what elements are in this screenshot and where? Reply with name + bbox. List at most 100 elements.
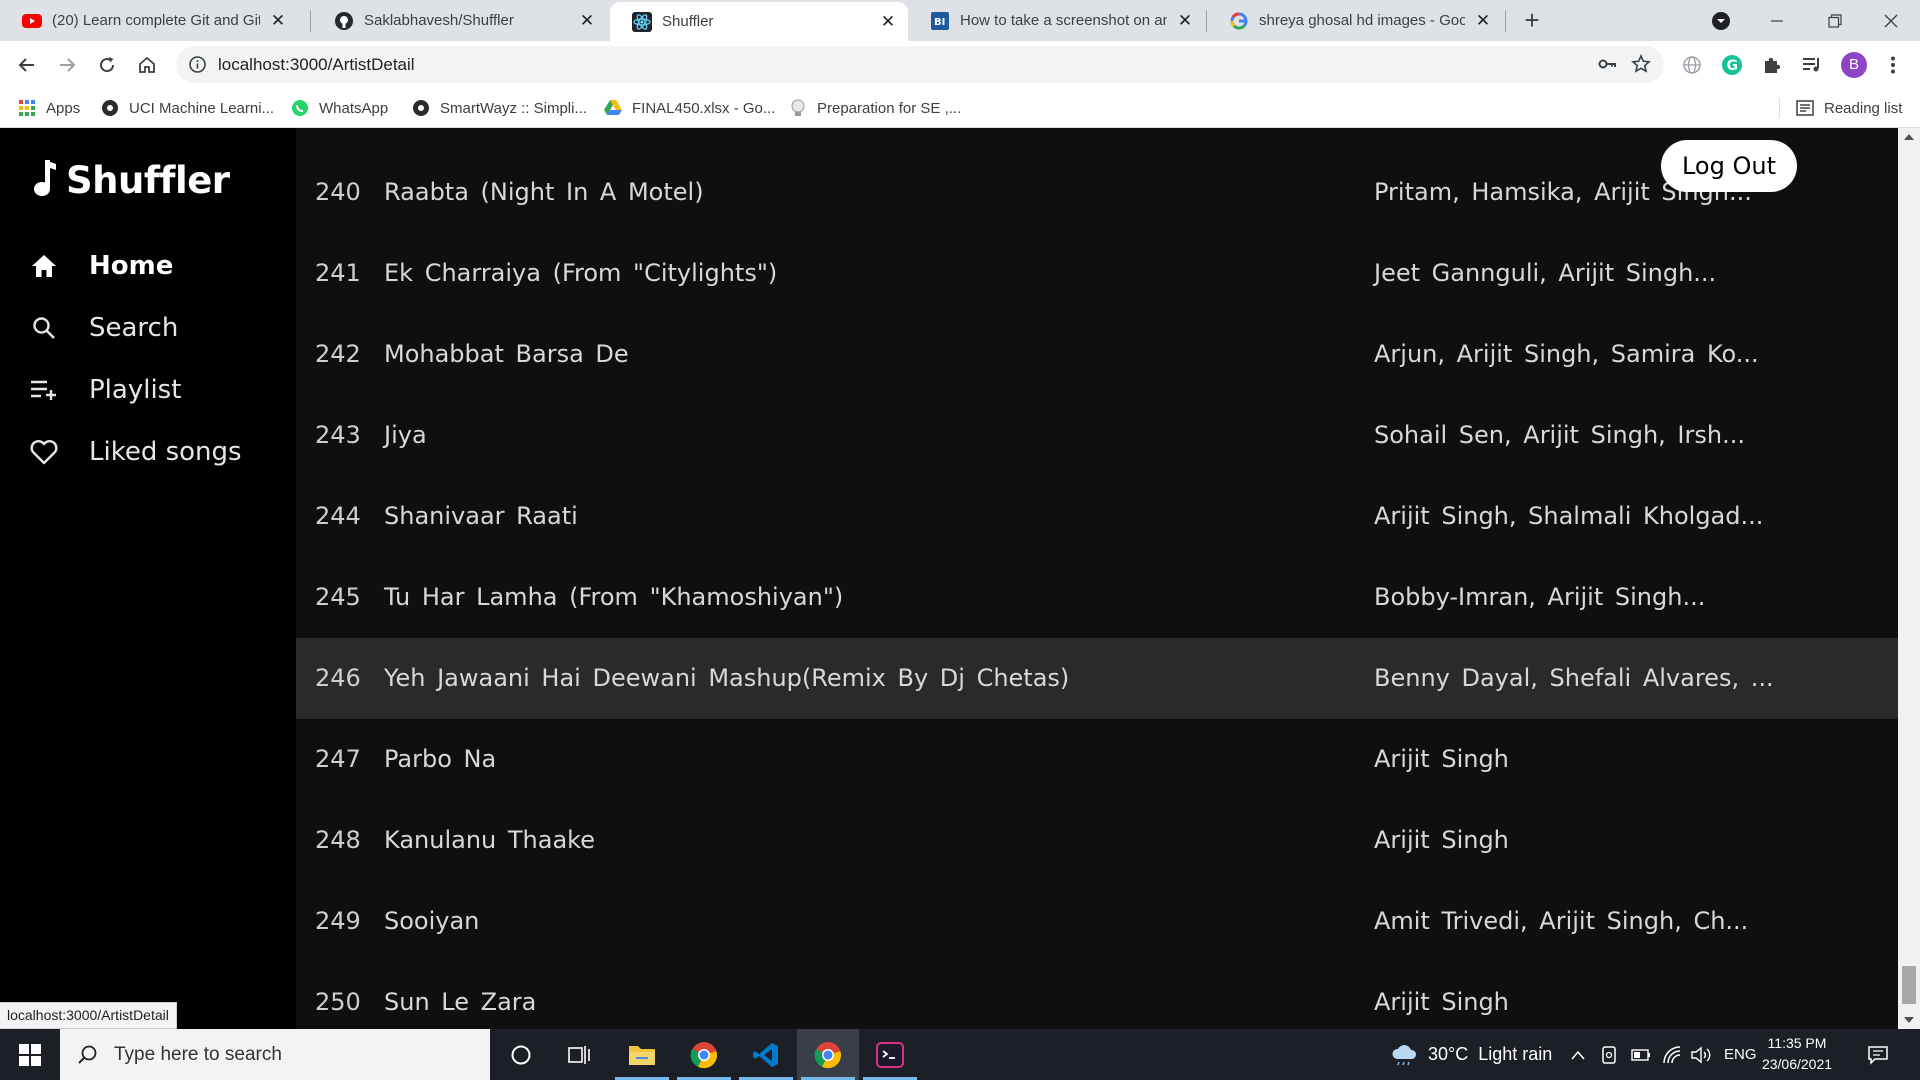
logout-button[interactable]: Log Out xyxy=(1661,140,1797,192)
site-info-icon[interactable] xyxy=(188,55,207,74)
song-title: Sun Le Zara xyxy=(384,988,537,1016)
nav-home[interactable]: Home xyxy=(30,246,173,286)
browser-tab[interactable]: shreya ghosal hd images - Google ✕ xyxy=(1207,0,1503,41)
profile-avatar[interactable]: B xyxy=(1840,51,1868,79)
close-tab-icon[interactable]: ✕ xyxy=(579,12,595,29)
browser-tab[interactable]: (20) Learn complete Git and Github ✕ xyxy=(0,0,298,41)
nav-search[interactable]: Search xyxy=(30,308,178,348)
song-row[interactable]: 247 Parbo Na Arijit Singh xyxy=(296,719,1898,800)
reading-list-icon xyxy=(1796,99,1814,117)
song-title: Jiya xyxy=(384,421,427,449)
taskbar-file-explorer[interactable] xyxy=(611,1029,673,1080)
forward-button[interactable] xyxy=(52,50,82,80)
bookmark-label: FINAL450.xlsx - Go... xyxy=(632,99,776,117)
chrome-menu-icon[interactable] xyxy=(1881,53,1905,77)
close-window-button[interactable] xyxy=(1862,0,1920,41)
taskbar-search-placeholder: Type here to search xyxy=(114,1043,282,1065)
language-indicator[interactable]: ENG xyxy=(1724,1029,1757,1080)
github-icon xyxy=(334,11,354,31)
cortana-button[interactable] xyxy=(490,1029,552,1080)
address-bar[interactable]: localhost:3000/ArtistDetail xyxy=(176,46,1664,83)
song-title: Raabta (Night In A Motel) xyxy=(384,178,704,206)
extensions-puzzle-icon[interactable] xyxy=(1760,53,1784,77)
song-row[interactable]: 241 Ek Charraiya (From "Citylights") Jee… xyxy=(296,233,1898,314)
song-row[interactable]: 240 Raabta (Night In A Motel) Pritam, Ha… xyxy=(296,152,1898,233)
scroll-down-arrow-icon[interactable] xyxy=(1898,1011,1920,1029)
page-scrollbar[interactable] xyxy=(1898,128,1920,1029)
bookmark-whatsapp[interactable]: WhatsApp xyxy=(291,88,388,128)
task-view-button[interactable] xyxy=(549,1029,611,1080)
close-tab-icon[interactable]: ✕ xyxy=(1177,12,1193,29)
reading-list-button[interactable]: Reading list xyxy=(1796,88,1902,128)
brand-logo[interactable]: Shuffler xyxy=(30,158,230,203)
close-tab-icon[interactable]: ✕ xyxy=(1475,12,1491,29)
weather-widget[interactable]: 30°C Light rain xyxy=(1390,1029,1552,1080)
song-row[interactable]: 245 Tu Har Lamha (From "Khamoshiyan") Bo… xyxy=(296,557,1898,638)
song-row[interactable]: 249 Sooiyan Amit Trivedi, Arijit Singh, … xyxy=(296,881,1898,962)
close-tab-icon[interactable]: ✕ xyxy=(880,13,896,30)
close-tab-icon[interactable]: ✕ xyxy=(270,12,286,29)
reload-icon xyxy=(100,57,115,73)
tab-title: Shuffler xyxy=(662,13,714,30)
song-row[interactable]: 244 Shanivaar Raati Arijit Singh, Shalma… xyxy=(296,476,1898,557)
media-queue-icon[interactable] xyxy=(1800,53,1824,77)
song-artists: Arijit Singh xyxy=(1374,826,1509,854)
tab-search-button[interactable] xyxy=(1692,0,1750,41)
minimize-button[interactable] xyxy=(1748,0,1806,41)
song-row[interactable]: 250 Sun Le Zara Arijit Singh xyxy=(296,962,1898,1029)
bookmark-apps[interactable]: Apps xyxy=(18,88,80,128)
tray-battery[interactable] xyxy=(1631,1029,1651,1080)
action-center-button[interactable] xyxy=(1864,1029,1892,1080)
song-artists: Bobby-Imran, Arijit Singh... xyxy=(1374,583,1706,611)
start-button[interactable] xyxy=(0,1029,60,1080)
tray-meet-now[interactable] xyxy=(1601,1029,1617,1080)
bookmark-smartwayz[interactable]: SmartWayz :: Simpli... xyxy=(412,88,587,128)
song-row-highlighted[interactable]: 246 Yeh Jawaani Hai Deewani Mashup(Remix… xyxy=(296,638,1898,719)
song-number: 241 xyxy=(315,259,361,287)
song-title: Shanivaar Raati xyxy=(384,502,578,530)
scroll-up-arrow-icon[interactable] xyxy=(1898,128,1920,146)
browser-tab[interactable]: BI How to take a screenshot on any ✕ xyxy=(908,0,1205,41)
tray-volume[interactable] xyxy=(1690,1029,1712,1080)
nav-playlist[interactable]: Playlist xyxy=(30,370,181,410)
taskbar-chrome[interactable] xyxy=(673,1029,735,1080)
tab-title: shreya ghosal hd images - Google xyxy=(1259,12,1465,29)
whatsapp-icon xyxy=(291,99,309,117)
globe-extension-icon[interactable] xyxy=(1680,53,1704,77)
scrollbar-thumb[interactable] xyxy=(1902,966,1916,1004)
bookmark-preparation[interactable]: Preparation for SE ,... xyxy=(789,88,961,128)
google-icon xyxy=(1229,11,1249,31)
song-row[interactable]: 243 Jiya Sohail Sen, Arijit Singh, Irsh.… xyxy=(296,395,1898,476)
bookmark-star-icon[interactable] xyxy=(1629,52,1653,76)
home-button[interactable] xyxy=(132,50,162,80)
new-tab-button[interactable]: + xyxy=(1518,6,1546,34)
browser-tab[interactable]: Saklabhavesh/Shuffler ✕ xyxy=(312,0,607,41)
taskbar-clock[interactable]: 11:35 PM 23/06/2021 xyxy=(1756,1033,1838,1075)
url-text[interactable]: localhost:3000/ArtistDetail xyxy=(218,46,415,83)
taskbar-chrome-active[interactable] xyxy=(797,1029,859,1080)
reload-button[interactable] xyxy=(92,50,122,80)
back-button[interactable] xyxy=(12,50,42,80)
song-number: 245 xyxy=(315,583,361,611)
tray-network[interactable] xyxy=(1662,1029,1682,1080)
tab-title: Saklabhavesh/Shuffler xyxy=(364,12,514,29)
nav-liked-songs[interactable]: Liked songs xyxy=(30,432,242,472)
song-row[interactable]: 242 Mohabbat Barsa De Arjun, Arijit Sing… xyxy=(296,314,1898,395)
chevron-up-icon xyxy=(1571,1050,1585,1059)
taskbar-vscode[interactable] xyxy=(735,1029,797,1080)
windows-taskbar: Type here to search 30°C Light rain ENG … xyxy=(0,1029,1920,1080)
bookmark-label: Apps xyxy=(46,99,81,117)
grammarly-icon[interactable]: G xyxy=(1720,53,1744,77)
song-title: Tu Har Lamha (From "Khamoshiyan") xyxy=(384,583,844,611)
chrome-icon xyxy=(814,1041,841,1068)
restore-button[interactable] xyxy=(1806,0,1864,41)
password-key-icon[interactable] xyxy=(1595,52,1619,76)
taskbar-terminal[interactable] xyxy=(859,1029,921,1080)
taskbar-search-box[interactable]: Type here to search xyxy=(60,1029,490,1080)
bookmark-uci[interactable]: UCI Machine Learni... xyxy=(101,88,274,128)
bookmark-final450[interactable]: FINAL450.xlsx - Go... xyxy=(604,88,775,128)
show-hidden-icons-button[interactable] xyxy=(1571,1029,1585,1080)
tab-title: How to take a screenshot on any xyxy=(960,12,1167,29)
browser-tab-active[interactable]: Shuffler ✕ xyxy=(610,2,908,41)
song-row[interactable]: 248 Kanulanu Thaake Arijit Singh xyxy=(296,800,1898,881)
